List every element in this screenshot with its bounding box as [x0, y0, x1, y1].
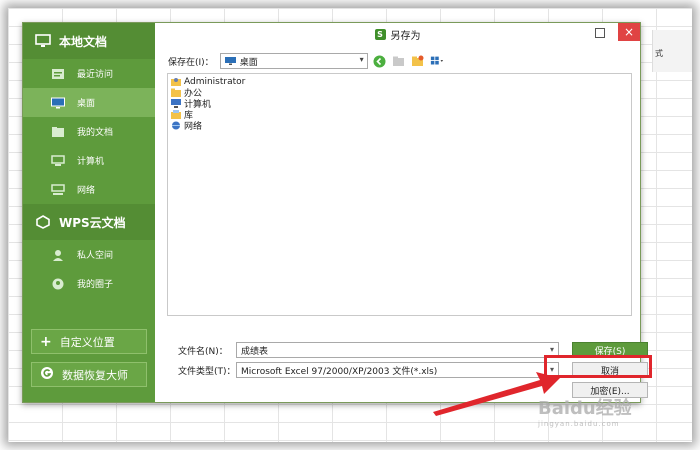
back-icon[interactable]: [373, 54, 387, 68]
sidebar-item-label: 我的圈子: [77, 280, 114, 290]
baidu-watermark: Baidu经验 jingyan.baidu.com: [538, 394, 692, 434]
library-icon: [171, 110, 181, 119]
data-recovery-label: 数据恢复大师: [62, 368, 128, 382]
list-item[interactable]: 计算机: [171, 98, 628, 110]
list-item[interactable]: Administrator: [171, 76, 628, 87]
minimize-icon[interactable]: [590, 25, 610, 41]
chevron-down-icon: ▾: [549, 345, 554, 354]
sidebar-item-label: 计算机: [77, 157, 105, 167]
file-name: Administrator: [184, 76, 246, 87]
add-location-button[interactable]: + 自定义位置: [31, 329, 147, 354]
filetype-value: Microsoft Excel 97/2000/XP/2003 文件(*.xls…: [241, 366, 438, 377]
file-name: 网络: [184, 122, 203, 132]
sidebar-item-my-groups[interactable]: 我的圈子: [23, 269, 155, 298]
dialog-titlebar: S 另存为 ×: [155, 23, 640, 45]
view-menu-icon[interactable]: [430, 54, 444, 68]
network-icon: [51, 183, 65, 196]
sidebar-item-label: 私人空间: [77, 251, 114, 261]
recovery-icon: [40, 366, 54, 384]
lookin-label: 保存在(I)：: [168, 57, 214, 68]
new-folder-icon[interactable]: [411, 54, 425, 68]
save-as-dialog: 本地文档 最近访问 桌面 我的文档 计算机 网络 WPS云文档 私人空间 我的圈…: [22, 22, 648, 403]
sidebar-item-documents[interactable]: 我的文档: [23, 117, 155, 146]
sidebar-section-local-title: 本地文档: [59, 34, 108, 49]
up-folder-icon[interactable]: [392, 54, 406, 68]
close-icon: ×: [623, 25, 635, 39]
filename-value: 成绩表: [241, 346, 269, 357]
desktop-icon: [51, 97, 65, 109]
sidebar-item-label: 最近访问: [77, 70, 114, 80]
ribbon-fragment: 式: [652, 30, 692, 72]
sidebar-item-label: 桌面: [77, 99, 96, 109]
user-icon: [51, 249, 65, 261]
close-button[interactable]: ×: [618, 23, 640, 41]
location-toolbar: 保存在(I)： 桌面 ▾: [168, 52, 444, 70]
filename-field[interactable]: 成绩表 ▾: [236, 342, 559, 358]
sidebar-item-network[interactable]: 网络: [23, 175, 155, 204]
sidebar-section-local[interactable]: 本地文档: [23, 23, 155, 59]
computer-icon: [171, 99, 181, 108]
ribbon-text: 式: [655, 49, 663, 58]
sidebar-item-label: 我的文档: [77, 128, 114, 138]
sidebar-section-cloud-title: WPS云文档: [59, 215, 126, 230]
sidebar-item-private-space[interactable]: 私人空间: [23, 240, 155, 269]
add-location-label: 自定义位置: [59, 335, 115, 349]
wps-cloud-icon: [35, 215, 51, 229]
lookin-select[interactable]: 桌面 ▾: [219, 53, 368, 69]
folder-icon: [171, 88, 181, 97]
filetype-select[interactable]: Microsoft Excel 97/2000/XP/2003 文件(*.xls…: [236, 362, 559, 378]
filetype-label: 文件类型(T)：: [178, 366, 236, 377]
recent-icon: [51, 68, 65, 80]
filename-label: 文件名(N)：: [178, 346, 228, 357]
data-recovery-button[interactable]: 数据恢复大师: [31, 362, 147, 387]
wps-logo-icon: S: [374, 28, 386, 40]
list-item[interactable]: 办公: [171, 87, 628, 99]
watermark-logo-text: Baidu经验: [538, 398, 632, 419]
list-item[interactable]: 网络: [171, 120, 628, 132]
group-icon: [51, 278, 65, 290]
desktop-small-icon: [224, 57, 236, 65]
monitor-icon: [35, 34, 51, 48]
network-icon: [171, 121, 181, 130]
sidebar-item-computer[interactable]: 计算机: [23, 146, 155, 175]
sidebar-item-desktop[interactable]: 桌面: [23, 88, 155, 117]
filename-row: 文件名(N)： 成绩表 ▾: [178, 342, 559, 358]
documents-icon: [51, 126, 65, 138]
highlight-box: [544, 355, 652, 378]
sidebar-item-label: 网络: [77, 186, 96, 196]
sidebar-item-recent[interactable]: 最近访问: [23, 59, 155, 88]
file-list[interactable]: Administrator 办公 计算机 库 网络: [167, 73, 632, 316]
plus-icon: +: [40, 333, 52, 350]
user-folder-icon: [171, 77, 181, 86]
watermark-url: jingyan.baidu.com: [538, 420, 620, 428]
chevron-down-icon: ▾: [359, 55, 364, 64]
dialog-title: 另存为: [390, 30, 421, 42]
filetype-row: 文件类型(T)： Microsoft Excel 97/2000/XP/2003…: [178, 362, 559, 378]
lookin-value: 桌面: [239, 57, 258, 68]
list-item[interactable]: 库: [171, 109, 628, 121]
location-sidebar: 本地文档 最近访问 桌面 我的文档 计算机 网络 WPS云文档 私人空间 我的圈…: [23, 23, 155, 402]
computer-icon: [51, 154, 65, 167]
sidebar-section-cloud[interactable]: WPS云文档: [23, 204, 155, 240]
